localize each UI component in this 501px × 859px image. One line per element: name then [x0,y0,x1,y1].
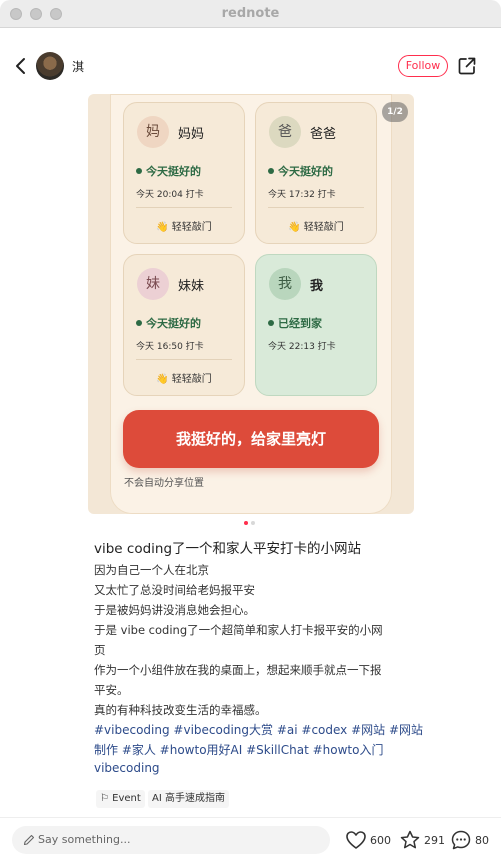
member-avatar: 爸 [269,116,301,148]
post-body-line: 又太忙了总没时间给老妈报平安 [94,583,255,597]
post-tags[interactable]: #vibecoding #vibecoding大赏 #ai #codex #网站… [94,721,423,738]
post-title: vibe coding了一个和家人平安打卡的小网站 [94,541,362,557]
member-card-sister: 妹 妹妹 今天挺好的 今天 16:50 打卡 👋 轻轻敲门 [123,254,245,396]
pager-dot-active[interactable] [244,521,248,525]
flag-icon: ⚐ [100,793,109,804]
member-checkin-time: 今天 16:50 打卡 [136,342,204,352]
pencil-icon [23,834,35,846]
member-status: 今天挺好的 [268,163,333,179]
post-image[interactable]: 妈 妈妈 今天挺好的 今天 20:04 打卡 👋 轻轻敲门 爸 爸爸 今天挺好的… [88,94,414,514]
member-card-dad: 爸 爸爸 今天挺好的 今天 17:32 打卡 👋 轻轻敲门 [255,102,377,244]
app-screenshot: 妈 妈妈 今天挺好的 今天 20:04 打卡 👋 轻轻敲门 爸 爸爸 今天挺好的… [110,94,392,514]
member-status: 已经到家 [268,315,322,331]
member-name: 爸爸 [310,127,337,142]
divider [136,207,232,208]
collect-button[interactable]: 291 [399,829,447,851]
member-avatar: 我 [269,268,301,300]
knock-button: 👋 轻轻敲门 [156,222,212,233]
topic-chip[interactable]: AI 高手速成指南 [148,790,229,808]
location-note: 不会自动分享位置 [124,478,204,489]
post-body-line: 因为自己一个人在北京 [94,563,209,577]
knock-button: 👋 轻轻敲门 [156,374,212,385]
member-avatar: 妹 [137,268,169,300]
post-body-line: 于是 vibe coding了一个超简单和家人打卡报平安的小网 [94,623,383,637]
member-avatar: 妈 [137,116,169,148]
comment-bubble-icon [451,830,471,850]
pager-dot[interactable] [251,521,255,525]
like-count: 600 [370,834,391,847]
member-card-mom: 妈 妈妈 今天挺好的 今天 20:04 打卡 👋 轻轻敲门 [123,102,245,244]
post-body-line: 于是被妈妈讲没消息她会担心。 [94,603,255,617]
comment-count: 80 [475,834,489,847]
author-name[interactable]: 淇 [72,58,84,75]
member-checkin-time: 今天 22:13 打卡 [268,342,336,352]
member-name: 妹妹 [178,279,205,294]
post-tags[interactable]: vibecoding [94,761,160,775]
post-body-line: 作为一个小组件放在我的桌面上，想起来顺手就点一下报 [94,663,382,677]
window-title: rednote [221,6,280,21]
image-page-indicator: 1/2 [382,102,408,122]
author-avatar[interactable] [36,52,64,80]
check-in-button: 我挺好的，给家里亮灯 [123,410,379,468]
post-body-line: 平安。 [94,683,129,697]
share-icon[interactable] [457,56,477,76]
member-name: 妈妈 [178,127,205,142]
member-card-me: 我 我 已经到家 今天 22:13 打卡 [255,254,377,396]
member-name: 我 [310,279,324,294]
member-status: 今天挺好的 [136,163,201,179]
post-body-line: 页 [94,643,106,657]
back-icon[interactable] [12,55,30,77]
event-chip-label: Event [112,793,141,804]
post-tags[interactable]: 制作 #家人 #howto用好AI #SkillChat #howto入门 [94,741,383,758]
member-checkin-time: 今天 17:32 打卡 [268,190,336,200]
post-body-line: 真的有种科技改变生活的幸福感。 [94,703,267,717]
like-button[interactable]: 600 [345,829,395,851]
heart-icon [346,831,366,849]
divider [268,207,364,208]
comment-placeholder: Say something... [38,833,131,846]
window-titlebar: rednote [0,0,501,28]
comment-input[interactable]: Say something... [12,826,330,854]
knock-button: 👋 轻轻敲门 [288,222,344,233]
comment-button[interactable]: 80 [450,829,495,851]
event-chip[interactable]: ⚐ Event [96,790,145,808]
footer-divider [0,817,501,818]
follow-button[interactable]: Follow [398,55,448,77]
collect-count: 291 [424,834,445,847]
star-icon [400,830,420,849]
divider [136,359,232,360]
member-status: 今天挺好的 [136,315,201,331]
member-checkin-time: 今天 20:04 打卡 [136,190,204,200]
carousel-pager[interactable] [242,521,258,525]
